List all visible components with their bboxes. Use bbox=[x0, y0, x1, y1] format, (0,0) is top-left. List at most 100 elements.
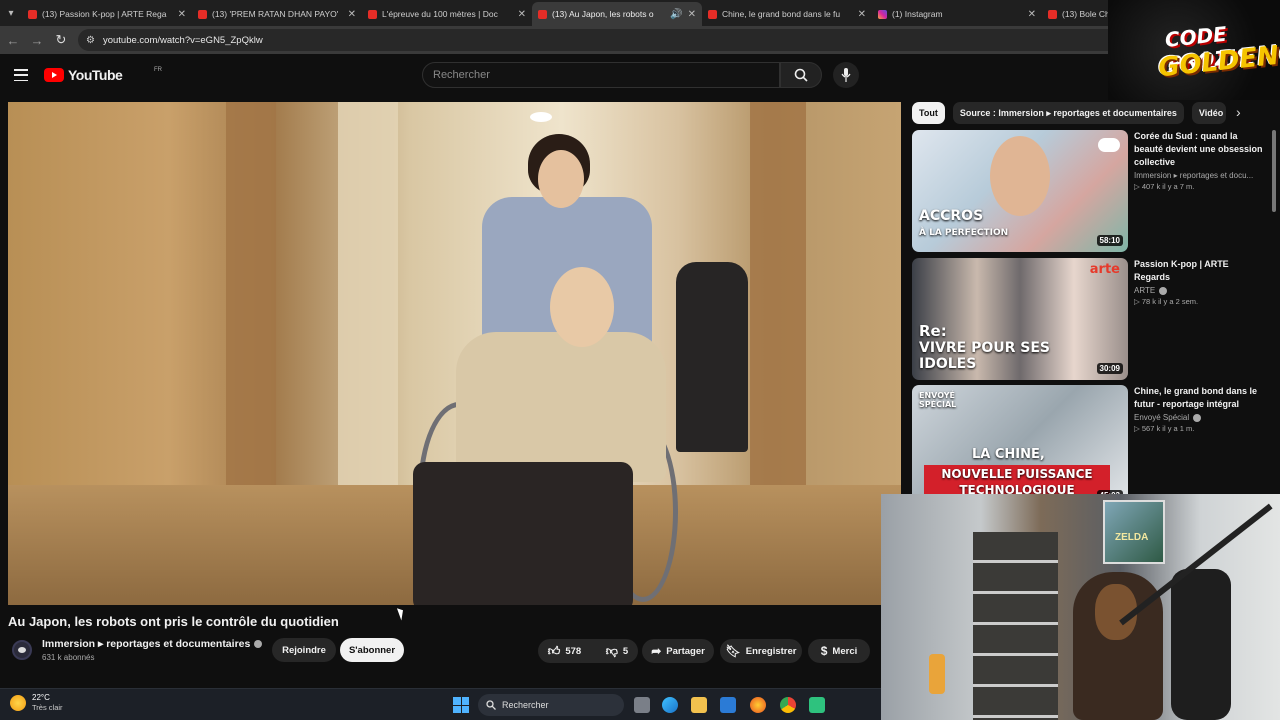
filter-chips: Tout Source : Immersion ▸ reportages et … bbox=[912, 102, 1226, 124]
weather-widget[interactable]: 22°C Très clair bbox=[10, 693, 63, 712]
save-button[interactable]: 🔖︎ Enregistrer bbox=[720, 639, 802, 663]
forward-arrow-icon[interactable]: → bbox=[30, 33, 44, 48]
recommendation-stats: ▷ 78 k il y a 2 sem. bbox=[1134, 297, 1199, 306]
recommendation-channel[interactable]: Immersion ▸ reportages et docu... bbox=[1134, 171, 1266, 180]
browser-tab[interactable]: Chine, le grand bond dans le fu ✕ bbox=[702, 2, 872, 26]
video-player[interactable] bbox=[8, 102, 901, 605]
back-arrow-icon[interactable]: ← bbox=[6, 33, 20, 48]
chevron-right-icon[interactable]: › bbox=[1236, 104, 1241, 120]
channel-avatar[interactable] bbox=[12, 640, 32, 660]
tab-close-icon[interactable]: ✕ bbox=[518, 9, 526, 20]
app-icon[interactable] bbox=[809, 697, 825, 713]
tab-close-icon[interactable]: ✕ bbox=[348, 9, 356, 20]
windows-start-icon[interactable] bbox=[453, 697, 469, 713]
like-dislike-group: 👍︎ 578 👎︎ 5 bbox=[538, 639, 638, 663]
youtube-favicon-icon bbox=[538, 9, 547, 19]
subscribe-button[interactable]: S'abonner bbox=[340, 638, 404, 662]
like-button[interactable]: 👍︎ 578 bbox=[548, 644, 581, 659]
youtube-logo-text: YouTube bbox=[68, 67, 123, 83]
address-bar-row: ← → ↻ ⚙ youtube.com/watch?v=eGN5_ZpQklw bbox=[0, 26, 1280, 54]
tab-title: (13) Passion K-pop | ARTE Rega bbox=[42, 9, 167, 19]
search-input[interactable]: Rechercher bbox=[422, 62, 780, 88]
chip-videos[interactable]: Vidéo bbox=[1191, 102, 1226, 124]
recommendation-meta: Corée du Sud : quand la beauté devient u… bbox=[1134, 130, 1266, 252]
webcam-poster: ZELDA bbox=[1103, 500, 1165, 564]
chip-source[interactable]: Source : Immersion ▸ reportages et docum… bbox=[952, 102, 1184, 124]
duration-badge: 30:09 bbox=[1096, 363, 1123, 374]
video-thumbnail[interactable]: arte Re: VIVRE POUR SES IDOLES 30:09 bbox=[912, 258, 1128, 380]
thumb-face bbox=[990, 136, 1050, 216]
share-icon: ➦ bbox=[651, 644, 662, 658]
youtube-favicon-icon bbox=[708, 9, 717, 19]
youtube-favicon-icon bbox=[1048, 9, 1057, 19]
thumb-text: VIVRE POUR SES IDOLES bbox=[919, 340, 1051, 372]
speaker-icon[interactable]: 🔊 bbox=[670, 9, 682, 20]
thumb-text: ENVOYÉ SPÉCIAL bbox=[919, 391, 957, 409]
recommendation-item[interactable]: ENVOYÉ SPÉCIAL LA CHINE, NOUVELLE PUISSA… bbox=[912, 385, 1266, 507]
voice-search-button[interactable] bbox=[833, 62, 859, 88]
recommendation-title[interactable]: Passion K-pop | ARTE Regards bbox=[1134, 258, 1266, 284]
tab-close-icon[interactable]: ✕ bbox=[688, 9, 696, 20]
video-thumbnail[interactable]: ENVOYÉ SPÉCIAL LA CHINE, NOUVELLE PUISSA… bbox=[912, 385, 1128, 507]
file-explorer-icon[interactable] bbox=[691, 697, 707, 713]
search-button[interactable] bbox=[780, 62, 822, 88]
browser-tab[interactable]: (13) Passion K-pop | ARTE Rega ✕ bbox=[22, 2, 192, 26]
recommendation-channel[interactable]: Envoyé Spécial bbox=[1134, 413, 1266, 422]
channel-name: Immersion ▸ reportages et documentaires bbox=[42, 638, 251, 650]
video-frame-elder bbox=[456, 332, 666, 482]
youtube-favicon-icon bbox=[198, 9, 207, 19]
tab-title: Chine, le grand bond dans le fu bbox=[722, 9, 841, 19]
browser-tab-active[interactable]: (13) Au Japon, les robots o 🔊 ✕ bbox=[532, 2, 702, 26]
tab-close-icon[interactable]: ✕ bbox=[1028, 9, 1036, 20]
video-thumbnail[interactable]: ACCROS À LA PERFECTION 58:10 bbox=[912, 130, 1128, 252]
browser-tab[interactable]: (13) 'PREM RATAN DHAN PAYO' ✕ bbox=[192, 2, 362, 26]
taskbar-search[interactable]: Rechercher bbox=[478, 694, 624, 716]
tab-search-menu-icon[interactable]: ▾ bbox=[0, 0, 22, 26]
channel-name-link[interactable]: Immersion ▸ reportages et documentaires bbox=[42, 638, 263, 650]
edge-icon[interactable] bbox=[662, 697, 678, 713]
sidebar-scrollbar[interactable] bbox=[1272, 130, 1276, 212]
taskbar-search-label: Rechercher bbox=[502, 700, 549, 710]
thanks-button[interactable]: $ Merci bbox=[808, 639, 870, 663]
url-field[interactable]: ⚙ youtube.com/watch?v=eGN5_ZpQklw bbox=[78, 29, 1178, 51]
video-frame-nurse-face bbox=[538, 150, 584, 208]
subscriber-count: 631 k abonnés bbox=[42, 653, 95, 662]
firefox-icon[interactable] bbox=[750, 697, 766, 713]
recommendation-item[interactable]: arte Re: VIVRE POUR SES IDOLES 30:09 Pas… bbox=[912, 258, 1266, 380]
region-code: FR bbox=[154, 67, 162, 73]
recommendation-channel[interactable]: ARTE bbox=[1134, 286, 1266, 295]
windows-taskbar: 22°C Très clair Rechercher bbox=[0, 688, 881, 720]
verified-badge-icon bbox=[254, 640, 263, 649]
video-frame-light bbox=[530, 112, 552, 122]
url-text: youtube.com/watch?v=eGN5_ZpQklw bbox=[102, 34, 263, 46]
store-icon[interactable] bbox=[720, 697, 736, 713]
youtube-logo[interactable]: YouTube FR bbox=[44, 67, 162, 83]
chip-all[interactable]: Tout bbox=[912, 102, 945, 124]
search-icon bbox=[486, 700, 496, 710]
task-view-icon[interactable] bbox=[634, 697, 650, 713]
sun-icon bbox=[10, 694, 26, 711]
recommendation-title[interactable]: Corée du Sud : quand la beauté devient u… bbox=[1134, 130, 1266, 169]
recommendation-item[interactable]: ACCROS À LA PERFECTION 58:10 Corée du Su… bbox=[912, 130, 1266, 252]
join-button[interactable]: Rejoindre bbox=[272, 638, 336, 662]
youtube-favicon-icon bbox=[368, 9, 377, 19]
browser-tab[interactable]: (1) Instagram ✕ bbox=[872, 2, 1042, 26]
search-icon bbox=[794, 68, 808, 82]
menu-hamburger-icon[interactable] bbox=[14, 69, 28, 81]
chrome-icon[interactable] bbox=[780, 697, 796, 713]
microphone-icon bbox=[841, 68, 851, 82]
webcam-overlay: ZELDA bbox=[881, 494, 1280, 720]
share-button[interactable]: ➦ Partager bbox=[642, 639, 714, 663]
thumb-text: ACCROS bbox=[919, 208, 984, 224]
weather-description: Très clair bbox=[32, 703, 63, 712]
tab-close-icon[interactable]: ✕ bbox=[178, 9, 186, 20]
duration-badge: 58:10 bbox=[1096, 235, 1123, 246]
browser-tab[interactable]: L'épreuve du 100 mètres | Doc ✕ bbox=[362, 2, 532, 26]
youtube-favicon-icon bbox=[28, 9, 37, 19]
thumb-text: Re: bbox=[919, 322, 947, 340]
reload-icon[interactable]: ↻ bbox=[54, 32, 68, 48]
recommendation-title[interactable]: Chine, le grand bond dans le futur - rep… bbox=[1134, 385, 1266, 411]
tab-close-icon[interactable]: ✕ bbox=[858, 9, 866, 20]
site-info-icon[interactable]: ⚙ bbox=[86, 35, 95, 46]
dislike-button[interactable]: 👎︎ 5 bbox=[606, 644, 628, 659]
